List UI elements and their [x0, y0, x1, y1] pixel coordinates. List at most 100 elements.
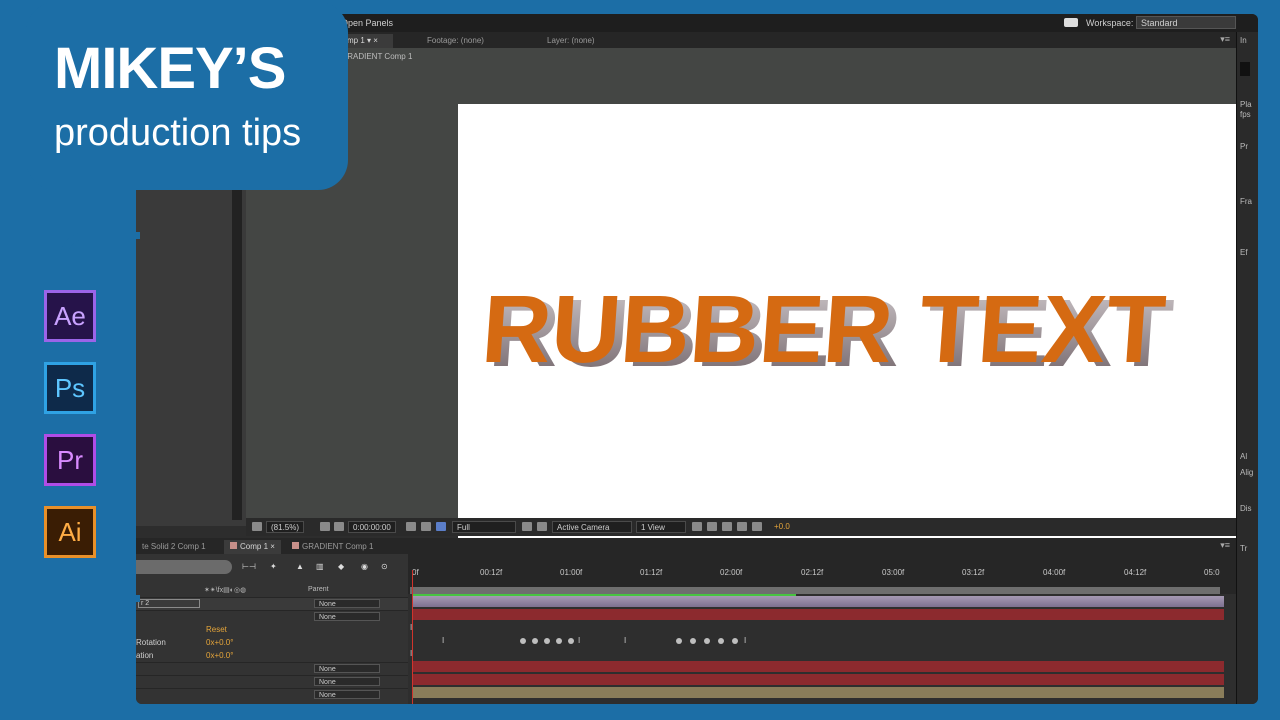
layer-track-bar[interactable] [412, 596, 1224, 607]
mask-icon[interactable] [334, 522, 344, 531]
keyframe[interactable] [556, 638, 562, 644]
zoom-select[interactable]: (81.5%) [266, 521, 305, 533]
snapshot-icon[interactable] [406, 522, 416, 531]
composition-canvas[interactable]: RUBBER TEXT RUBBER TEXT [458, 104, 1246, 548]
brand-badge: MIKEY’S production tips [26, 2, 348, 190]
motion-blur-icon[interactable]: ◆ [338, 562, 344, 571]
tab-comp-1[interactable]: Comp 1 × [224, 540, 281, 554]
keyframe[interactable] [676, 638, 682, 644]
layer-track-bar[interactable] [412, 661, 1224, 672]
layer-row[interactable]: None [136, 675, 408, 688]
parent-select[interactable]: None [314, 664, 380, 673]
property-value[interactable]: 0x+0.0° [206, 638, 233, 647]
parent-select[interactable]: None [314, 599, 380, 608]
playback-label: Pla [1240, 100, 1252, 109]
work-area-bar[interactable] [410, 587, 1220, 594]
layer-name[interactable]: r 2 [138, 599, 200, 608]
keyframe-marker[interactable]: I [744, 636, 746, 645]
after-effects-icon: Ae [44, 290, 96, 342]
layer-track-bar[interactable] [412, 609, 1224, 620]
illustrator-icon: Ai [44, 506, 96, 558]
resolution-select[interactable]: Full [452, 521, 516, 533]
draft-3d-icon[interactable]: ✦ [270, 562, 277, 571]
fps-label: fps [1240, 110, 1251, 119]
reset-link[interactable]: Reset [206, 625, 227, 634]
parent-select[interactable]: None [314, 690, 380, 699]
keyframe-marker[interactable]: I [578, 636, 580, 645]
pixel-aspect-icon[interactable] [692, 522, 702, 531]
current-time-field[interactable]: 0:00:00:00 [348, 521, 396, 533]
keyframe[interactable] [732, 638, 738, 644]
exposure-reset-icon[interactable] [752, 522, 762, 531]
timeline-icon[interactable] [722, 522, 732, 531]
tab-solid-comp[interactable]: te Solid 2 Comp 1 [136, 540, 212, 554]
layer-panel: ⊢⊣ ✦ ▲ ▥ ◆ ◉ ⊙ ✶✴\fx▤◐◎◍ Parent r 2 None… [136, 554, 408, 704]
show-snapshot-icon[interactable] [421, 522, 431, 531]
property-label: ation [136, 651, 154, 660]
property-value[interactable]: 0x+0.0° [206, 651, 233, 660]
app-icon-label: Ae [54, 301, 86, 331]
keyframe[interactable] [704, 638, 710, 644]
region-of-interest-icon[interactable] [522, 522, 532, 531]
playhead[interactable] [412, 570, 413, 704]
layer-row[interactable]: None [136, 688, 408, 701]
color-swatch [1240, 62, 1250, 76]
time-tick: 01:00f [560, 568, 583, 577]
camera-select[interactable]: Active Camera [552, 521, 632, 533]
fast-previews-icon[interactable] [707, 522, 717, 531]
flowchart-icon[interactable] [737, 522, 747, 531]
tab-gradient-comp[interactable]: GRADIENT Comp 1 [286, 540, 379, 554]
composition-mini-flowchart-icon[interactable]: ⊢⊣ [242, 562, 256, 571]
layer-row[interactable]: None [136, 662, 408, 675]
layer-track-bar[interactable] [412, 674, 1224, 685]
keyframe-marker[interactable]: I [442, 636, 444, 645]
workspace-select[interactable]: Standard [1136, 16, 1236, 29]
premiere-icon: Pr [44, 434, 96, 486]
keyframe[interactable] [520, 638, 526, 644]
graph-editor-icon[interactable]: ◉ [361, 562, 368, 571]
align-subtitle: Alig [1240, 468, 1254, 477]
workspace-icon[interactable] [1064, 18, 1078, 27]
open-panels-menu[interactable]: Open Panels [341, 18, 393, 28]
right-info-panel: In Pla fps Pr Fra Ef Al Alig Dis Tr [1236, 32, 1258, 704]
tracker-label: Tr [1240, 544, 1248, 553]
keyframe[interactable] [544, 638, 550, 644]
hide-shy-icon[interactable]: ▲ [296, 562, 304, 571]
brainstorm-icon[interactable]: ⊙ [381, 562, 388, 571]
panel-menu-icon[interactable]: ▾≡ [1220, 34, 1230, 45]
channel-icon[interactable] [436, 522, 446, 531]
brand-subtitle: production tips [54, 112, 302, 154]
keyframe[interactable] [568, 638, 574, 644]
parent-select[interactable]: None [314, 612, 380, 621]
tab-footage[interactable]: Footage: (none) [421, 34, 490, 48]
transparency-grid-icon[interactable] [537, 522, 547, 531]
grid-icon[interactable] [320, 522, 330, 531]
layer-track-bar[interactable] [412, 687, 1224, 698]
exposure-value[interactable]: +0.0 [774, 521, 790, 533]
frame-blending-icon[interactable]: ▥ [316, 562, 324, 571]
time-tick: 05:0 [1204, 568, 1220, 577]
tab-composition[interactable]: mp 1 ▾ × [341, 34, 393, 48]
time-ruler[interactable]: 0f 00:12f 01:00f 01:12f 02:00f 02:12f 03… [408, 554, 1236, 594]
time-tick: 02:12f [801, 568, 824, 577]
timeline-menu-icon[interactable]: ▾≡ [1220, 540, 1230, 551]
layer-row[interactable]: None [136, 610, 408, 623]
time-tick: 00:12f [480, 568, 503, 577]
workspace-label: Workspace: [1086, 18, 1134, 28]
parent-select[interactable]: None [314, 677, 380, 686]
always-preview-icon[interactable] [252, 522, 262, 531]
keyframe[interactable] [532, 638, 538, 644]
comp-color-icon [292, 542, 299, 549]
keyframe[interactable] [718, 638, 724, 644]
view-layout-select[interactable]: 1 View [636, 521, 686, 533]
layer-search-input[interactable] [136, 560, 232, 574]
tab-layer[interactable]: Layer: (none) [541, 34, 601, 48]
preview-label: Pr [1240, 142, 1248, 151]
breadcrumb[interactable]: GRADIENT Comp 1 [341, 52, 412, 61]
layer-row[interactable]: r 2 None [136, 597, 408, 610]
keyframe[interactable] [690, 638, 696, 644]
align-label: Al [1240, 452, 1248, 461]
time-tick: 04:12f [1124, 568, 1147, 577]
frame-label: Fra [1240, 197, 1252, 206]
keyframe-marker[interactable]: I [624, 636, 626, 645]
